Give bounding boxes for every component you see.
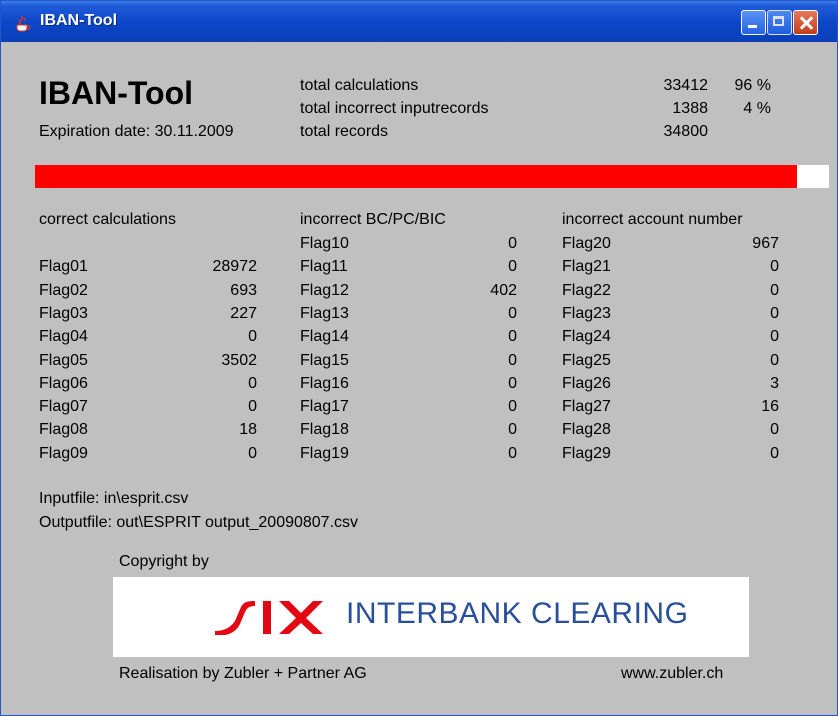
flag-value: 967 (752, 235, 779, 252)
title-bar[interactable]: IBAN-Tool (1, 1, 837, 42)
flag-label: Flag05 (39, 352, 88, 369)
flag-value: 0 (770, 445, 779, 462)
input-file-label: Inputfile: in\esprit.csv (39, 490, 189, 507)
java-coffee-icon (16, 15, 31, 32)
flag-value: 0 (248, 445, 257, 462)
summary-value: 34800 (663, 123, 709, 140)
flag-value: 0 (508, 235, 517, 252)
incorrect-bc-heading: incorrect BC/PC/BIC (300, 211, 446, 228)
flag-value: 0 (508, 352, 517, 369)
progress-bar (35, 165, 829, 188)
flag-label: Flag27 (562, 398, 611, 415)
flag-label: Flag03 (39, 305, 88, 322)
realisation-label: Realisation by Zubler + Partner AG (119, 665, 367, 682)
flag-label: Flag06 (39, 375, 88, 392)
summary-percent: 4 % (743, 100, 771, 117)
summary-label: total records (300, 123, 389, 140)
flag-value: 0 (508, 328, 517, 345)
flag-label: Flag29 (562, 445, 611, 462)
flag-label: Flag18 (300, 421, 349, 438)
flag-label: Flag19 (300, 445, 349, 462)
flag-label: Flag22 (562, 282, 611, 299)
correct-calculations-heading: correct calculations (39, 211, 176, 228)
output-file-label: Outputfile: out\ESPRIT output_20090807.c… (39, 514, 359, 531)
maximize-button[interactable] (767, 10, 792, 35)
flag-value: 0 (508, 375, 517, 392)
flag-value: 693 (230, 282, 257, 299)
flag-value: 0 (248, 375, 257, 392)
flag-label: Flag23 (562, 305, 611, 322)
flag-value: 0 (248, 398, 257, 415)
flag-label: Flag09 (39, 445, 88, 462)
flag-label: Flag02 (39, 282, 88, 299)
flag-label: Flag24 (562, 328, 611, 345)
flag-label: Flag11 (300, 258, 348, 275)
flag-label: Flag15 (300, 352, 349, 369)
flag-value: 3502 (221, 352, 257, 369)
flag-label: Flag17 (300, 398, 349, 415)
six-logo-icon (215, 601, 323, 635)
flag-label: Flag21 (562, 258, 611, 275)
flag-value: 0 (508, 445, 517, 462)
minimize-button[interactable] (741, 10, 766, 35)
flag-value: 16 (761, 398, 779, 415)
app-title: IBAN-Tool (39, 75, 194, 111)
flag-label: Flag04 (39, 328, 88, 345)
flag-label: Flag25 (562, 352, 611, 369)
flag-value: 0 (508, 305, 517, 322)
expiration-date: Expiration date: 30.11.2009 (39, 123, 234, 140)
flag-value: 0 (770, 352, 779, 369)
flag-label: Flag26 (562, 375, 611, 392)
window-title: IBAN-Tool (40, 12, 118, 29)
copyright-label: Copyright by (119, 553, 209, 570)
main-panel: IBAN-Tool Expiration date: 30.11.2009 to… (11, 42, 837, 715)
flag-value: 0 (770, 305, 779, 322)
flag-value: 0 (770, 328, 779, 345)
flag-value: 28972 (212, 258, 258, 275)
summary-value: 1388 (672, 100, 708, 117)
flag-label: Flag28 (562, 421, 611, 438)
flag-value: 0 (770, 282, 779, 299)
logo-text: INTERBANK CLEARING (346, 597, 689, 630)
website-link[interactable]: www.zubler.ch (621, 665, 723, 683)
flag-label: Flag13 (300, 305, 349, 322)
summary-value: 33412 (663, 77, 709, 94)
summary-percent: 96 % (734, 77, 771, 94)
flag-value: 402 (490, 282, 517, 299)
flag-label: Flag10 (300, 235, 349, 252)
incorrect-account-heading: incorrect account number (562, 211, 743, 228)
six-logo-banner: INTERBANK CLEARING (113, 577, 749, 657)
flag-value: 0 (770, 258, 779, 275)
flag-value: 3 (770, 375, 779, 392)
summary-label: total calculations (300, 77, 419, 94)
flag-value: 18 (239, 421, 257, 438)
flag-value: 0 (770, 421, 779, 438)
flag-label: Flag14 (300, 328, 349, 345)
flag-value: 0 (248, 328, 257, 345)
progress-fill (35, 165, 798, 188)
flag-label: Flag20 (562, 235, 611, 252)
app-window: IBAN-Tool IBAN-Tool Expiration date: 30.… (0, 0, 838, 716)
flag-value: 227 (230, 305, 257, 322)
flag-value: 0 (508, 258, 517, 275)
flag-label: Flag01 (39, 258, 88, 275)
flag-label: Flag08 (39, 421, 88, 438)
flag-value: 0 (508, 398, 517, 415)
close-button[interactable] (793, 10, 818, 35)
flag-label: Flag07 (39, 398, 88, 415)
flag-label: Flag12 (300, 282, 349, 299)
flag-value: 0 (508, 421, 517, 438)
summary-label: total incorrect inputrecords (300, 100, 489, 117)
flag-label: Flag16 (300, 375, 349, 392)
